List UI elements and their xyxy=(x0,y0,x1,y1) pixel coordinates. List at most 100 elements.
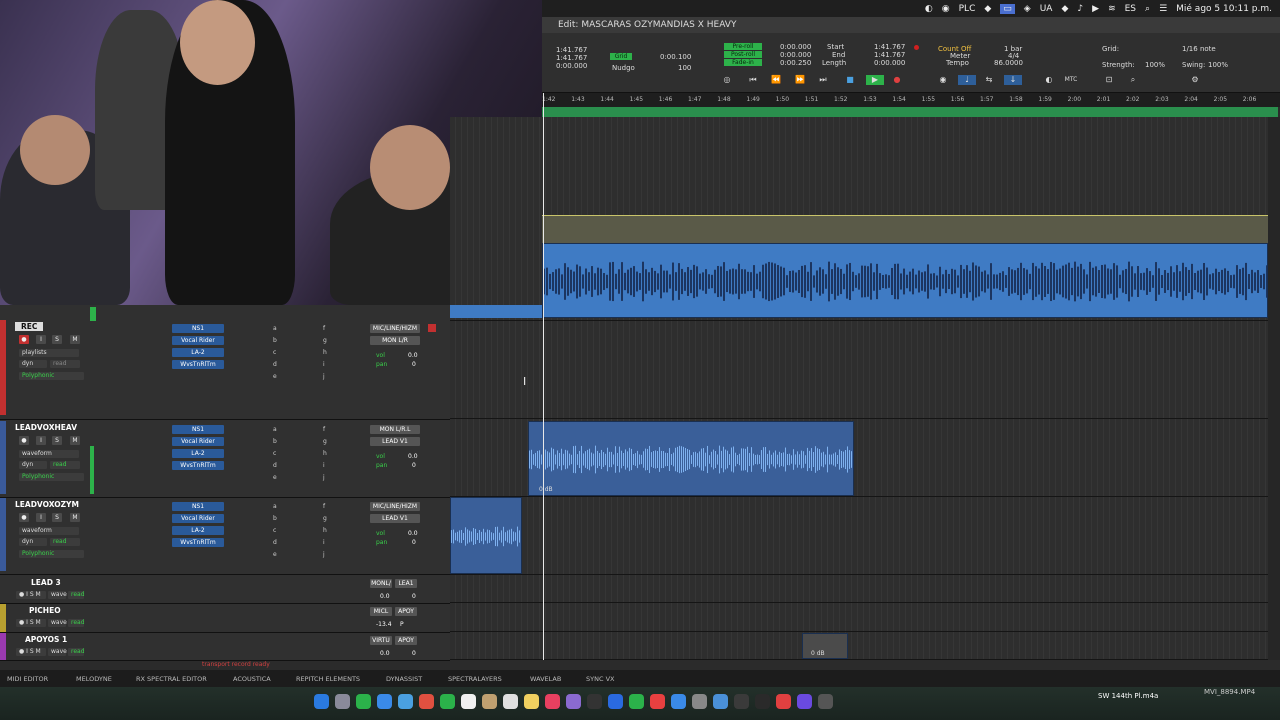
mail-icon[interactable] xyxy=(377,694,392,709)
send-b[interactable]: b xyxy=(273,337,277,344)
send-h[interactable]: h xyxy=(323,450,327,457)
news-icon[interactable] xyxy=(650,694,665,709)
insert-slot[interactable]: WvsTnRlTm xyxy=(172,360,224,369)
preroll-value[interactable]: 0:00.000 xyxy=(780,43,811,51)
notes-icon[interactable] xyxy=(524,694,539,709)
automation-mode-select[interactable]: read xyxy=(68,591,85,599)
status-icon[interactable]: ◐ xyxy=(925,4,933,14)
input-monitor-button[interactable]: I xyxy=(36,436,46,445)
grid-value[interactable]: 0:00.100 xyxy=(660,53,691,61)
music-icon[interactable] xyxy=(545,694,560,709)
loop-icon[interactable]: ◎ xyxy=(720,75,734,85)
play-icon[interactable]: ▶ xyxy=(1092,4,1099,14)
postroll-button[interactable]: Post-roll xyxy=(724,51,762,58)
output-select[interactable]: LEAD V1 xyxy=(370,437,420,446)
podcasts-icon[interactable] xyxy=(566,694,581,709)
volume-value[interactable]: 0.0 xyxy=(408,453,418,460)
send-f[interactable]: f xyxy=(323,503,325,510)
vertical-scrollbar[interactable] xyxy=(1268,117,1280,660)
plugin-button-repitch[interactable]: REPITCH ELEMENTS xyxy=(296,675,360,683)
dyn-button[interactable]: dyn xyxy=(19,538,47,546)
audio-clip[interactable]: 0 dB xyxy=(528,421,854,496)
track-buttons[interactable]: ● I S M xyxy=(16,648,46,656)
send-b[interactable]: b xyxy=(273,438,277,445)
send-a[interactable]: a xyxy=(273,325,277,332)
input-select[interactable]: MONL/ xyxy=(370,579,392,588)
photos-icon[interactable] xyxy=(419,694,434,709)
send-j[interactable]: j xyxy=(323,373,325,380)
track-name[interactable]: LEADVOXHEAV xyxy=(15,423,77,432)
dyn-button[interactable]: dyn xyxy=(19,360,47,368)
track-view-select[interactable]: waveform xyxy=(19,527,79,535)
facetime-icon[interactable] xyxy=(440,694,455,709)
marker-bar[interactable] xyxy=(542,107,1278,117)
track-lane[interactable] xyxy=(450,497,1268,575)
app-icon[interactable] xyxy=(797,694,812,709)
insert-slot[interactable]: WvsTnRlTm xyxy=(172,461,224,470)
automation-mode-select[interactable]: read xyxy=(50,461,80,469)
clock-text[interactable]: Mié ago 5 10:11 p.m. xyxy=(1176,4,1272,14)
desktop-file-label[interactable]: SW 144th Pl.m4a xyxy=(1098,692,1158,700)
track-leadvoxozym[interactable]: LEADVOXOZYM ● I S M waveform dyn read Po… xyxy=(0,498,450,575)
volume-icon[interactable]: ♪ xyxy=(1077,4,1083,14)
postroll-value[interactable]: 0:00.000 xyxy=(780,51,811,59)
automation-mode-select[interactable]: read xyxy=(50,538,80,546)
send-g[interactable]: g xyxy=(323,337,327,344)
appletv-icon[interactable] xyxy=(587,694,602,709)
send-f[interactable]: f xyxy=(323,426,325,433)
insert-slot[interactable]: Vocal Rider xyxy=(172,514,224,523)
return-to-zero-icon[interactable]: ⏮ xyxy=(746,75,760,85)
send-f[interactable]: f xyxy=(323,325,325,332)
tempo-value[interactable]: 86.0000 xyxy=(994,59,1023,67)
grid2-value[interactable]: 1/16 note xyxy=(1182,45,1216,53)
fadein-button[interactable]: Fade-in xyxy=(724,59,762,66)
mtc-button[interactable]: MTC xyxy=(1064,75,1078,85)
send-g[interactable]: g xyxy=(323,438,327,445)
fast-forward-icon[interactable]: ⏩ xyxy=(793,75,807,85)
system-prefs-icon[interactable] xyxy=(692,694,707,709)
track-lane[interactable] xyxy=(450,321,1268,419)
track-picheo[interactable]: PICHEO ● I S M wave read MICL APOY -13.4… xyxy=(0,604,450,633)
output-select[interactable]: MON L/R xyxy=(370,336,420,345)
plugin-button-midi-editor[interactable]: MIDI EDITOR xyxy=(7,675,48,683)
menubar-item[interactable]: ES xyxy=(1125,4,1136,14)
keynote-icon[interactable] xyxy=(608,694,623,709)
input-monitor-button[interactable]: I xyxy=(36,335,46,344)
chrome-icon[interactable] xyxy=(713,694,728,709)
pan-value[interactable]: 0 xyxy=(412,593,416,600)
plugin-button-syncvx[interactable]: SYNC VX xyxy=(586,675,614,683)
solo-button[interactable]: S xyxy=(52,335,62,344)
app-icon[interactable] xyxy=(776,694,791,709)
input-select[interactable]: MON L/R.L xyxy=(370,425,420,434)
send-a[interactable]: a xyxy=(273,503,277,510)
send-e[interactable]: e xyxy=(273,474,277,481)
send-a[interactable]: a xyxy=(273,426,277,433)
insert-slot[interactable]: WvsTnRlTm xyxy=(172,538,224,547)
finder-icon[interactable] xyxy=(314,694,329,709)
metronome-icon[interactable]: ♩ xyxy=(958,75,976,85)
track-view-select[interactable]: wave xyxy=(48,619,67,627)
plugin-button-dynassist[interactable]: DYNASSIST xyxy=(386,675,422,683)
insert-slot[interactable]: LA-2 xyxy=(172,348,224,357)
plugin-button-acoustica[interactable]: ACOUSTICA xyxy=(233,675,271,683)
status-icon[interactable]: ◆ xyxy=(1061,4,1068,14)
pan-value[interactable]: 0 xyxy=(412,650,416,657)
play-button-icon[interactable]: ▶ xyxy=(866,75,884,85)
numbers-icon[interactable] xyxy=(629,694,644,709)
input-select[interactable]: VIRTU xyxy=(370,636,392,645)
protools-icon[interactable] xyxy=(734,694,749,709)
plugin-button-melodyne[interactable]: MELODYNE xyxy=(76,675,112,683)
track-lane[interactable] xyxy=(450,603,1268,632)
go-to-end-icon[interactable]: ⏭ xyxy=(816,75,830,85)
length-value[interactable]: 0:00.000 xyxy=(874,59,905,67)
clip-gain-label[interactable]: 0 dB xyxy=(539,486,553,493)
screen-icon[interactable]: ▭ xyxy=(1000,3,1015,14)
send-e[interactable]: e xyxy=(273,373,277,380)
send-c[interactable]: c xyxy=(273,349,276,356)
stop-icon[interactable]: ■ xyxy=(843,75,857,85)
track-name[interactable]: LEAD 3 xyxy=(31,578,61,587)
track-view-select[interactable]: waveform xyxy=(19,450,79,458)
plugin-button-spectralayers[interactable]: SPECTRALAYERS xyxy=(448,675,502,683)
control-center-icon[interactable]: ☰ xyxy=(1159,4,1167,14)
send-d[interactable]: d xyxy=(273,361,277,368)
